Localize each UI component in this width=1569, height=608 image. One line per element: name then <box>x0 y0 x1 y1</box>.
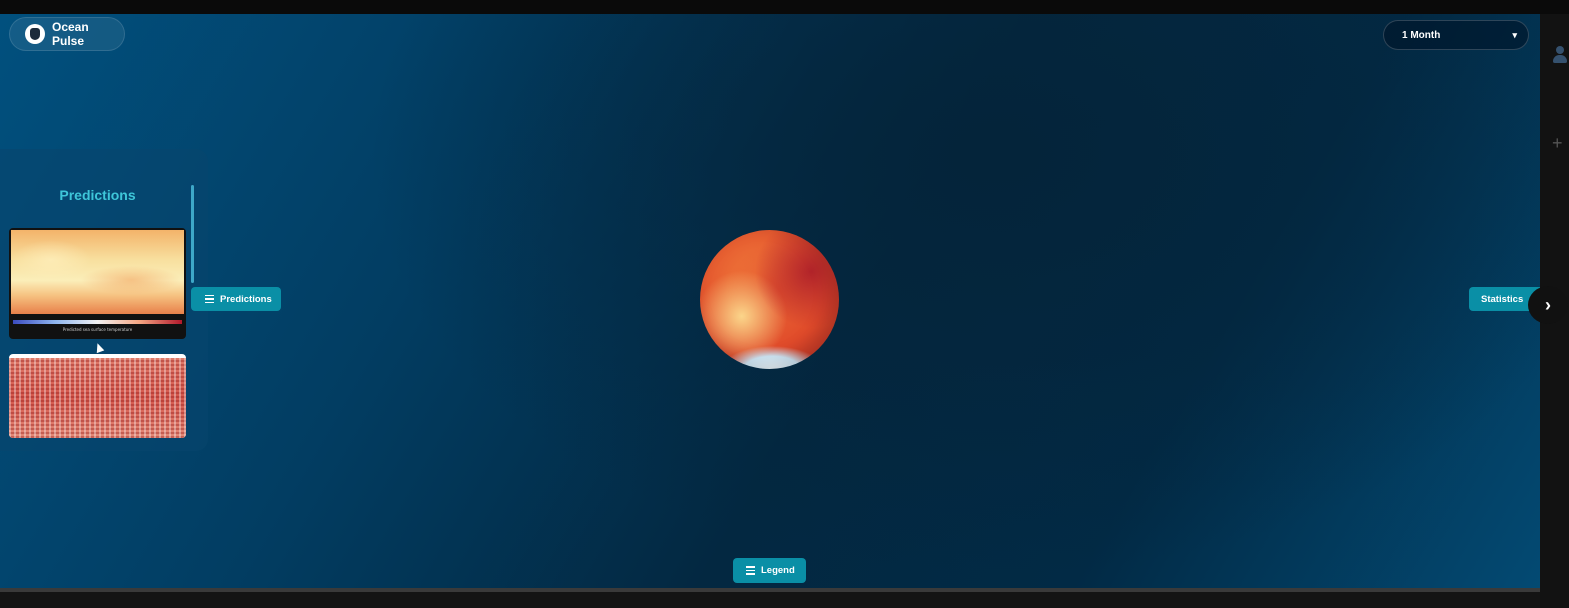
menu-icon <box>205 293 214 306</box>
legend-button-label: Legend <box>761 565 795 576</box>
mug-icon <box>25 24 45 44</box>
predictions-panel-title: Predictions <box>59 187 136 203</box>
time-range-value: 1 Month <box>1402 29 1441 41</box>
predictions-toggle-button[interactable]: Predictions <box>191 287 281 311</box>
time-range-select[interactable]: 1 Month ▾ <box>1383 20 1529 50</box>
temperature-map-image <box>11 230 184 314</box>
chevron-down-icon: ▾ <box>1512 29 1517 40</box>
brand-pill[interactable]: Ocean Pulse <box>9 17 125 51</box>
thumbnail-caption: Predicted sea surface temperature <box>62 327 133 332</box>
next-arrow-button[interactable]: › <box>1528 286 1568 324</box>
panel-scrollbar[interactable] <box>191 185 194 283</box>
colorbar <box>13 320 182 324</box>
browser-top-bar <box>0 0 1569 14</box>
ocean-temperature-globe[interactable] <box>700 230 839 369</box>
legend-toggle-button[interactable]: Legend <box>733 558 806 583</box>
plus-icon[interactable]: + <box>1552 134 1563 152</box>
profile-icon[interactable] <box>1553 46 1567 64</box>
statistics-button-label: Statistics <box>1481 293 1524 305</box>
temperature-prediction-thumbnail[interactable]: Predicted sea surface temperature <box>9 228 186 339</box>
anomaly-map-image <box>9 358 186 438</box>
anomaly-grid-thumbnail[interactable] <box>9 354 186 438</box>
app-name: Ocean Pulse <box>51 20 89 48</box>
browser-bottom-bar <box>0 588 1540 608</box>
predictions-panel: Predictions Predicted sea surface temper… <box>0 149 208 451</box>
menu-icon <box>746 564 755 577</box>
app-canvas[interactable]: Ocean Pulse 1 Month ▾ Predictions Predic… <box>0 14 1540 588</box>
chevron-right-icon: › <box>1545 294 1551 315</box>
predictions-button-label: Predictions <box>220 293 272 305</box>
